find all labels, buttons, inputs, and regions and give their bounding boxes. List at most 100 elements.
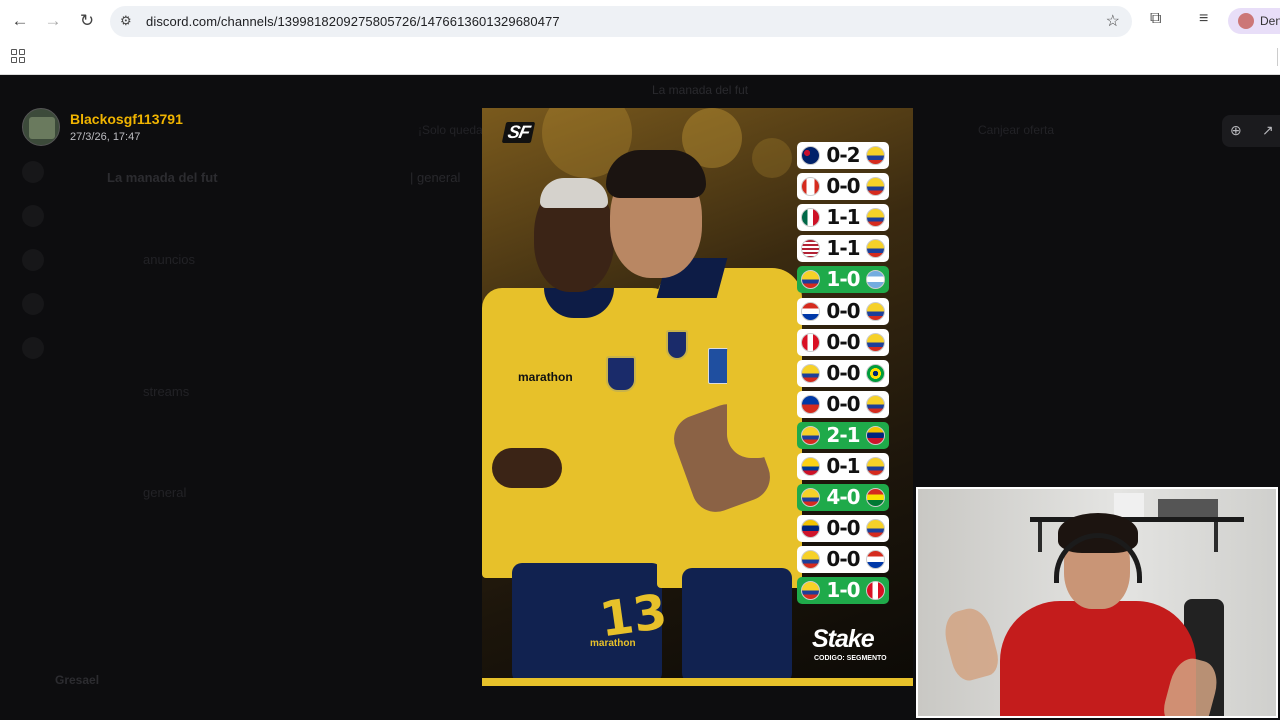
- result-row: 1-1: [797, 235, 889, 263]
- result-row: 0-0: [797, 359, 889, 387]
- browser-toolbar: ← → ↻ ⚙ discord.com/channels/13998182092…: [0, 0, 1280, 75]
- shorts-sponsor: marathon: [590, 638, 636, 649]
- peru-flag-icon: [801, 332, 820, 352]
- apps-grid-icon[interactable]: [11, 49, 25, 63]
- zoom-in-icon[interactable]: ⊕: [1230, 122, 1242, 139]
- channel-tab[interactable]: | general: [410, 170, 460, 185]
- server-icon[interactable]: [22, 293, 44, 315]
- puzzle-icon[interactable]: ⧉: [1150, 10, 1161, 28]
- ecuador-flag-icon: [801, 581, 820, 601]
- paraguay-flag-icon: [801, 301, 820, 321]
- uploader-avatar[interactable]: [22, 108, 60, 146]
- background-light: [752, 138, 792, 178]
- result-row: 0-2: [797, 142, 889, 169]
- reload-icon[interactable]: ↻: [74, 8, 100, 34]
- shelf-bracket: [1038, 522, 1042, 552]
- bolivia-flag-icon: [866, 488, 885, 508]
- profile-name: Den: [1260, 14, 1280, 28]
- ecuador-flag-icon: [866, 208, 885, 228]
- match-score: 1-0: [826, 267, 860, 292]
- ecuador-flag-icon: [866, 146, 885, 165]
- peru-flag-icon: [866, 581, 885, 601]
- ecuador-flag-icon: [866, 301, 885, 321]
- channel-item[interactable]: streams: [143, 384, 189, 399]
- sponsor-code: CODIGO: SEGMENTO: [814, 655, 887, 662]
- yellow-stripe: [482, 678, 913, 686]
- result-row: 0-0: [797, 173, 889, 201]
- redeem-offer-text[interactable]: Canjear oferta: [978, 123, 1054, 137]
- result-row: 2-1: [797, 421, 889, 449]
- arrow-left-icon[interactable]: ←: [7, 8, 33, 34]
- viewer-actions: ⊕ ↗: [1222, 115, 1280, 147]
- match-score: 0-1: [826, 454, 860, 478]
- shelf-speaker: [1114, 493, 1144, 517]
- star-icon[interactable]: ☆: [1106, 11, 1120, 31]
- jersey-sponsor: marathon: [518, 370, 573, 384]
- match-score: 2-1: [826, 422, 860, 447]
- ecuador-flag-icon: [866, 332, 885, 352]
- match-score: 0-0: [826, 516, 860, 541]
- tune-icon[interactable]: ⚙: [120, 13, 132, 29]
- player-hair: [540, 178, 608, 208]
- address-bar[interactable]: ⚙ discord.com/channels/13998182092758057…: [110, 6, 1132, 37]
- server-icon[interactable]: [22, 205, 44, 227]
- upload-date: 27/3/26, 17:47: [70, 131, 141, 143]
- channel-item[interactable]: anuncios: [143, 252, 195, 267]
- avatar: [1238, 13, 1254, 29]
- server-name[interactable]: La manada del fut: [107, 170, 218, 185]
- server-icon[interactable]: [22, 337, 44, 359]
- brazil-flag-icon: [866, 363, 885, 383]
- result-row: 0-0: [797, 546, 889, 574]
- result-row: 1-0: [797, 577, 889, 605]
- profile-button[interactable]: Den: [1228, 8, 1280, 34]
- venezuela-flag-icon: [866, 425, 885, 445]
- ecuador-flag-icon: [801, 363, 820, 383]
- shelf-bracket: [1214, 522, 1218, 552]
- colombia-flag-icon: [801, 457, 820, 476]
- match-score: 1-1: [826, 205, 860, 230]
- sf-logo: SF: [501, 122, 536, 143]
- share-icon[interactable]: ↗: [1262, 122, 1274, 139]
- result-row: 1-0: [797, 266, 889, 294]
- ecuador-flag-icon: [866, 519, 885, 539]
- match-score: 1-0: [826, 578, 860, 603]
- stake-logo: Stake: [812, 625, 875, 653]
- ecuador-flag-icon: [866, 239, 885, 259]
- result-row: 0-0: [797, 297, 889, 325]
- team-crest: [606, 356, 636, 392]
- ecuador-flag-icon: [801, 550, 820, 570]
- match-score: 0-0: [826, 174, 860, 199]
- match-score: 0-0: [826, 391, 860, 416]
- player-hand: [492, 448, 562, 488]
- url-text[interactable]: discord.com/channels/1399818209275805726…: [146, 14, 560, 29]
- player-shorts: [682, 568, 792, 683]
- result-row: 0-0: [797, 515, 889, 543]
- ecuador-flag-icon: [866, 177, 885, 197]
- queue-music-icon[interactable]: ≡: [1199, 10, 1208, 28]
- server-rail: [0, 155, 60, 720]
- uploader-name[interactable]: Blackosgf113791: [70, 111, 183, 127]
- team-crest: [666, 330, 688, 360]
- canada-flag-icon: [801, 177, 820, 197]
- australia-flag-icon: [801, 146, 820, 165]
- chile-flag-icon: [801, 394, 820, 414]
- ecuador-flag-icon: [866, 457, 885, 476]
- usa-flag-icon: [801, 239, 820, 259]
- result-row: 1-1: [797, 204, 889, 232]
- ecuador-flag-icon: [801, 425, 820, 445]
- match-score: 0-0: [826, 298, 860, 323]
- promo-text: ¡Solo queda: [418, 123, 483, 137]
- server-icon[interactable]: [22, 161, 44, 183]
- arrow-right-icon[interactable]: →: [40, 8, 66, 34]
- channel-item[interactable]: general: [143, 485, 186, 500]
- match-score: 4-0: [826, 485, 860, 510]
- image-preview[interactable]: SF marathon 13 marathon 0-2 0-0 1-1 1-1 1-0 0…: [482, 108, 913, 686]
- result-row: 0-0: [797, 328, 889, 356]
- server-icon[interactable]: [22, 249, 44, 271]
- webcam-overlay: [916, 487, 1278, 718]
- ecuador-flag-icon: [801, 488, 820, 508]
- match-score: 0-0: [826, 360, 860, 385]
- current-user[interactable]: Gresael: [55, 673, 99, 687]
- result-row: 0-1: [797, 453, 889, 480]
- match-score: 1-1: [826, 236, 860, 261]
